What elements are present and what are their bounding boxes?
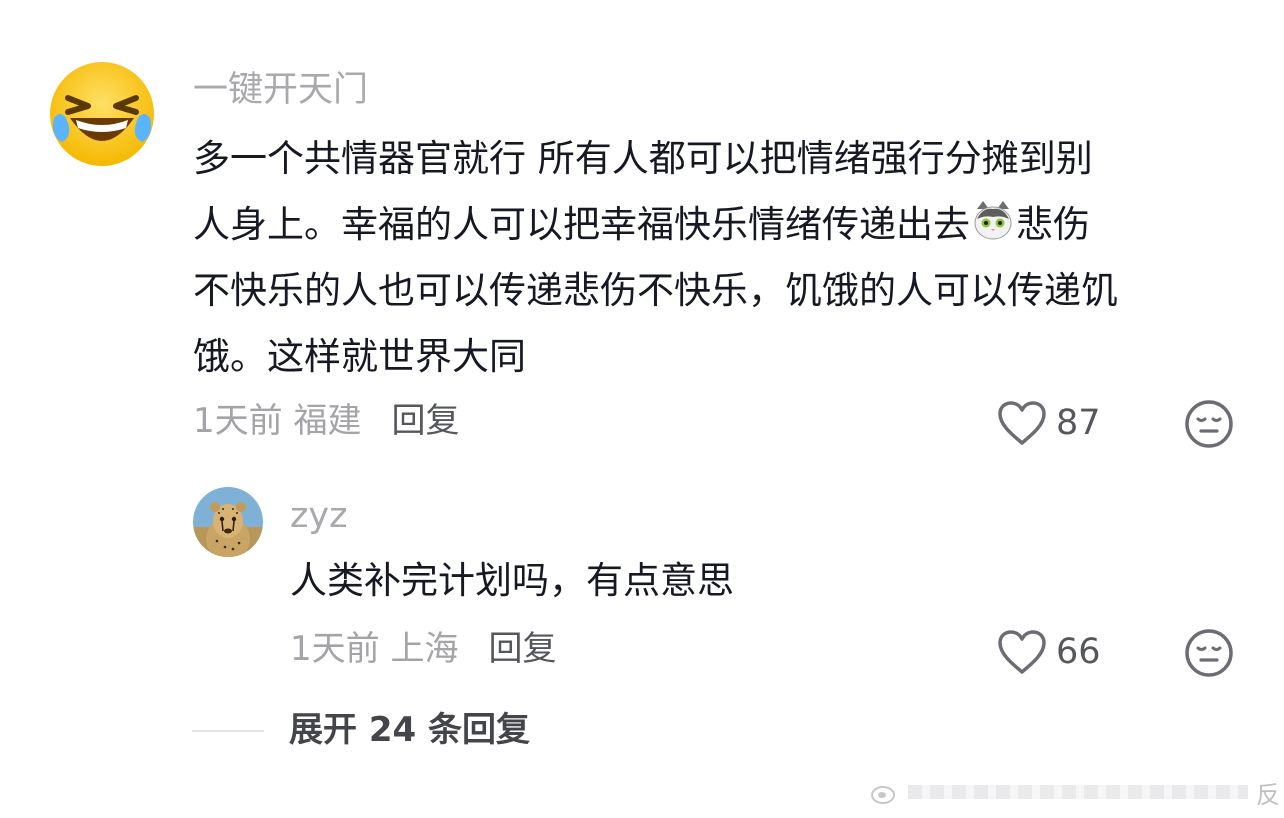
expand-replies-button[interactable]: 展开 24 条回复 bbox=[289, 708, 530, 752]
weibo-logo-icon bbox=[871, 786, 895, 804]
reply-meta: 1天前 上海 回复 bbox=[290, 627, 556, 671]
reply-time-location: 1天前 上海 bbox=[290, 629, 459, 669]
reply-dislike-button[interactable] bbox=[1184, 628, 1234, 678]
reply-like-count: 66 bbox=[1056, 632, 1101, 672]
reply-like-button[interactable]: 66 bbox=[996, 628, 1101, 676]
laughing-emoji-icon bbox=[50, 62, 154, 166]
comment-like-button[interactable]: 87 bbox=[996, 399, 1101, 447]
comment-meta: 1天前 福建 回复 bbox=[193, 399, 459, 443]
comment-time-location: 1天前 福建 bbox=[193, 401, 362, 441]
comment-avatar[interactable] bbox=[48, 60, 156, 168]
comment-text-segment: 悲伤 bbox=[1016, 203, 1090, 246]
heart-icon bbox=[998, 630, 1046, 674]
comment-like-count: 87 bbox=[1056, 403, 1101, 443]
cheetah-avatar-icon bbox=[193, 487, 263, 557]
reply-username[interactable]: zyz bbox=[290, 494, 347, 538]
watermark-blur bbox=[908, 785, 1248, 799]
comment-text-line: 多一个共情器官就行 所有人都可以把情绪强行分摊到别 bbox=[193, 137, 1093, 180]
cat-emoji-icon bbox=[971, 198, 1015, 242]
comment-reply-button[interactable]: 回复 bbox=[391, 401, 459, 441]
reply-avatar[interactable] bbox=[193, 487, 263, 557]
expand-divider bbox=[192, 730, 264, 732]
reply-reply-button[interactable]: 回复 bbox=[488, 629, 556, 669]
reply-text: 人类补完计划吗，有点意思 bbox=[290, 559, 734, 602]
comment-text-line: 不快乐的人也可以传递悲伤不快乐，饥饿的人可以传递饥 bbox=[193, 269, 1118, 312]
meh-face-icon bbox=[1185, 629, 1233, 677]
comment-text-line: 人身上。幸福的人可以把幸福快乐情绪传递出去 悲伤 bbox=[193, 192, 1243, 258]
comment-text: 多一个共情器官就行 所有人都可以把情绪强行分摊到别 人身上。幸福的人可以把幸福快… bbox=[193, 126, 1243, 390]
heart-icon bbox=[998, 401, 1046, 445]
comment-text-line: 饿。这样就世界大同 bbox=[193, 335, 526, 378]
meh-face-icon bbox=[1185, 400, 1233, 448]
comment-username[interactable]: 一键开天门 bbox=[193, 68, 368, 112]
watermark-text: 反 bbox=[1256, 780, 1280, 809]
comment-dislike-button[interactable] bbox=[1184, 399, 1234, 449]
comment-text-segment: 人身上。幸福的人可以把幸福快乐情绪传递出去 bbox=[193, 203, 970, 246]
watermark: 反 bbox=[870, 770, 1280, 814]
